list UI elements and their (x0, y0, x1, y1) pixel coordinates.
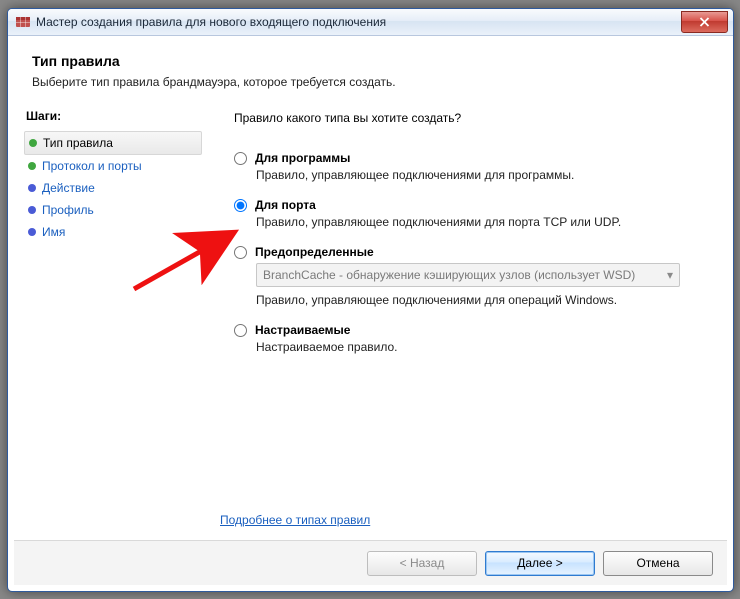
step-1[interactable]: Протокол и порты (24, 155, 202, 177)
step-0: Тип правила (24, 131, 202, 155)
back-button[interactable]: < Назад (367, 551, 477, 576)
step-label: Имя (42, 225, 65, 239)
step-4[interactable]: Имя (24, 221, 202, 243)
step-label: Тип правила (43, 136, 113, 150)
step-bullet-icon (28, 228, 36, 236)
client-area: Тип правила Выберите тип правила брандма… (14, 39, 727, 585)
titlebar[interactable]: Мастер создания правила для нового входя… (8, 9, 733, 36)
option-custom: Настраиваемые Настраиваемое правило. (234, 323, 701, 354)
radio-program[interactable] (234, 152, 247, 165)
learn-more-link[interactable]: Подробнее о типах правил (220, 513, 370, 527)
main-panel: Правило какого типа вы хотите создать? Д… (206, 101, 727, 541)
option-row-port[interactable]: Для порта (234, 198, 701, 212)
step-label: Действие (42, 181, 95, 195)
page-header: Тип правила Выберите тип правила брандма… (14, 39, 727, 99)
option-port: Для порта Правило, управляющее подключени… (234, 198, 701, 229)
step-2[interactable]: Действие (24, 177, 202, 199)
option-desc: Правило, управляющее подключениями для п… (256, 215, 701, 229)
next-button[interactable]: Далее > (485, 551, 595, 576)
radio-predef[interactable] (234, 246, 247, 259)
step-bullet-icon (28, 206, 36, 214)
option-row-program[interactable]: Для программы (234, 151, 701, 165)
option-program: Для программы Правило, управляющее подклю… (234, 151, 701, 182)
step-bullet-icon (28, 184, 36, 192)
option-desc: Правило, управляющее подключениями для п… (256, 168, 701, 182)
firewall-icon (15, 14, 31, 30)
cancel-button[interactable]: Отмена (603, 551, 713, 576)
page-subtitle: Выберите тип правила брандмауэра, которо… (32, 75, 711, 89)
option-label: Для порта (255, 198, 316, 212)
option-predef: Предопределенные BranchCache - обнаружени… (234, 245, 701, 307)
chevron-down-icon: ▾ (667, 268, 673, 282)
wizard-dialog: Мастер создания правила для нового входя… (7, 8, 734, 592)
option-label: Настраиваемые (255, 323, 350, 337)
steps-heading: Шаги: (26, 109, 202, 123)
step-label: Протокол и порты (42, 159, 142, 173)
option-label: Предопределенные (255, 245, 374, 259)
step-label: Профиль (42, 203, 94, 217)
radio-custom[interactable] (234, 324, 247, 337)
option-label: Для программы (255, 151, 350, 165)
wizard-footer: < Назад Далее > Отмена (14, 540, 727, 585)
option-desc: Настраиваемое правило. (256, 340, 701, 354)
step-bullet-icon (28, 162, 36, 170)
predefined-combo[interactable]: BranchCache - обнаружение кэширующих узл… (256, 263, 680, 287)
option-row-predef[interactable]: Предопределенные (234, 245, 701, 259)
step-bullet-icon (29, 139, 37, 147)
steps-sidebar: Шаги: Тип правила Протокол и порты Действи… (14, 101, 206, 541)
option-row-custom[interactable]: Настраиваемые (234, 323, 701, 337)
radio-port[interactable] (234, 199, 247, 212)
combo-value: BranchCache - обнаружение кэширующих узл… (263, 268, 635, 282)
window-title: Мастер создания правила для нового входя… (36, 15, 681, 29)
rule-type-question: Правило какого типа вы хотите создать? (234, 111, 701, 125)
option-desc: Правило, управляющее подключениями для о… (256, 293, 701, 307)
step-3[interactable]: Профиль (24, 199, 202, 221)
close-button[interactable] (681, 11, 728, 33)
page-title: Тип правила (32, 53, 711, 69)
